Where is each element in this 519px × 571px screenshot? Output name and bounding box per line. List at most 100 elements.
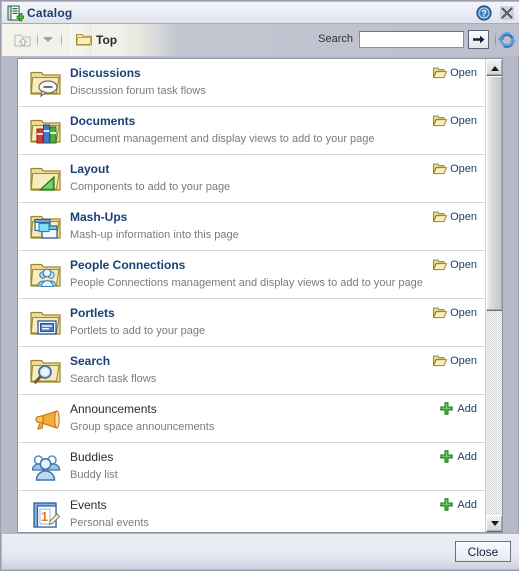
- search-go-button[interactable]: [468, 30, 489, 49]
- list-item-action-label: Open: [450, 163, 477, 175]
- list-item-action-label: Open: [450, 259, 477, 271]
- refresh-icon[interactable]: [497, 30, 517, 50]
- list-item-action-label: Add: [457, 403, 477, 415]
- folder-icon: [76, 32, 92, 46]
- calendar-icon: 1: [30, 499, 62, 531]
- list-item-action-label: Add: [457, 451, 477, 463]
- list-item-description: People Connections management and displa…: [70, 277, 423, 289]
- list-item-action[interactable]: Open: [433, 354, 477, 367]
- list-item-title: Events: [70, 498, 107, 512]
- list-item-action[interactable]: Open: [433, 114, 477, 127]
- list-item-title: Buddies: [70, 450, 114, 464]
- toolbar-separator-3: [495, 32, 496, 48]
- open-folder-icon: [433, 66, 448, 79]
- title-bar: Catalog ?: [2, 2, 519, 24]
- list-item-description: Portlets to add to your page: [70, 325, 206, 337]
- list-item-action[interactable]: Add: [440, 498, 477, 511]
- scrollbar-thumb[interactable]: [486, 76, 502, 311]
- list-item-title[interactable]: Discussions: [70, 66, 141, 80]
- list-item[interactable]: Layout Components to add to your page Open: [18, 155, 487, 203]
- list-item[interactable]: 1 Events Personal events Add: [18, 491, 487, 532]
- folder-search-icon: [30, 355, 62, 387]
- scroll-down-arrow-glyph: [490, 520, 499, 526]
- folder-people-icon: [30, 259, 62, 291]
- open-folder-icon: [433, 258, 448, 271]
- list-item-action[interactable]: Open: [433, 66, 477, 79]
- toolbar-separator-1: [37, 32, 38, 48]
- list-item-action-label: Open: [450, 211, 477, 223]
- list-item-action[interactable]: Open: [433, 210, 477, 223]
- scroll-up-arrow-glyph: [490, 65, 499, 71]
- svg-text:1: 1: [41, 509, 48, 524]
- list-item-description: Document management and display views to…: [70, 133, 375, 145]
- vertical-scrollbar[interactable]: [485, 59, 502, 532]
- folder-layout-icon: [30, 163, 62, 195]
- scroll-down-icon[interactable]: [486, 515, 502, 532]
- folder-portlets-icon: [30, 307, 62, 339]
- list-item-description: Personal events: [70, 517, 149, 529]
- search-input[interactable]: [359, 31, 464, 48]
- catalog-add-icon: [7, 5, 25, 22]
- list-item-description: Discussion forum task flows: [70, 85, 206, 97]
- list-item[interactable]: Search Search task flows Open: [18, 347, 487, 395]
- list-item-action[interactable]: Open: [433, 258, 477, 271]
- list-item[interactable]: Buddies Buddy list Add: [18, 443, 487, 491]
- folder-documents-icon: [30, 115, 62, 147]
- help-icon[interactable]: ?: [476, 5, 492, 21]
- list-item-action-label: Open: [450, 307, 477, 319]
- open-folder-icon: [433, 114, 448, 127]
- list-item-title[interactable]: Mash-Ups: [70, 210, 127, 224]
- list-item-action-label: Add: [457, 499, 477, 511]
- catalog-dialog: Catalog ? Top Search Discussions Discuss…: [0, 0, 519, 571]
- list-item-title[interactable]: Search: [70, 354, 110, 368]
- list-item-action[interactable]: Open: [433, 162, 477, 175]
- folder-up-icon[interactable]: [14, 31, 32, 49]
- footer-bar: Close: [2, 533, 519, 569]
- open-folder-icon: [433, 306, 448, 319]
- scroll-up-icon[interactable]: [486, 59, 502, 76]
- list-item-title: Announcements: [70, 402, 157, 416]
- svg-text:?: ?: [481, 9, 487, 19]
- list-item[interactable]: Portlets Portlets to add to your page Open: [18, 299, 487, 347]
- list-item-action[interactable]: Open: [433, 306, 477, 319]
- open-folder-icon: [433, 162, 448, 175]
- catalog-list: Discussions Discussion forum task flows Op…: [18, 59, 487, 532]
- chevron-down-icon[interactable]: [43, 37, 53, 42]
- breadcrumb-label[interactable]: Top: [96, 33, 117, 47]
- page-title: Catalog: [27, 6, 73, 20]
- search-label: Search: [318, 33, 353, 45]
- list-item-action[interactable]: Add: [440, 402, 477, 415]
- open-folder-icon: [433, 210, 448, 223]
- plus-icon: [440, 402, 454, 415]
- folder-discussions-icon: [30, 67, 62, 99]
- list-item-action-label: Open: [450, 115, 477, 127]
- list-item[interactable]: Discussions Discussion forum task flows Op…: [18, 59, 487, 107]
- toolbar-separator-2: [61, 32, 62, 48]
- catalog-list-container: Discussions Discussion forum task flows Op…: [17, 58, 503, 533]
- list-item[interactable]: People Connections People Connections man…: [18, 251, 487, 299]
- list-item-title[interactable]: Documents: [70, 114, 135, 128]
- list-item-description: Search task flows: [70, 373, 157, 385]
- list-item-description: Group space announcements: [70, 421, 215, 433]
- list-item-action-label: Open: [450, 67, 477, 79]
- list-item-title[interactable]: Layout: [70, 162, 109, 176]
- buddies-icon: [30, 451, 62, 483]
- megaphone-icon: [30, 403, 62, 435]
- title-bar-buttons: ?: [472, 5, 515, 22]
- list-item[interactable]: Mash-Ups Mash-up information into this pa…: [18, 203, 487, 251]
- toolbar: Top Search: [2, 24, 519, 56]
- open-folder-icon: [433, 354, 448, 367]
- list-item-title[interactable]: Portlets: [70, 306, 115, 320]
- folder-mashups-icon: [30, 211, 62, 243]
- list-item-description: Buddy list: [70, 469, 118, 481]
- plus-icon: [440, 498, 454, 511]
- list-item-title[interactable]: People Connections: [70, 258, 185, 272]
- list-item-action[interactable]: Add: [440, 450, 477, 463]
- list-item-description: Components to add to your page: [70, 181, 231, 193]
- list-item-action-label: Open: [450, 355, 477, 367]
- list-item[interactable]: Announcements Group space announcements Ad…: [18, 395, 487, 443]
- close-button[interactable]: Close: [455, 541, 511, 562]
- close-icon[interactable]: [499, 5, 515, 21]
- list-item[interactable]: Documents Document management and display…: [18, 107, 487, 155]
- plus-icon: [440, 450, 454, 463]
